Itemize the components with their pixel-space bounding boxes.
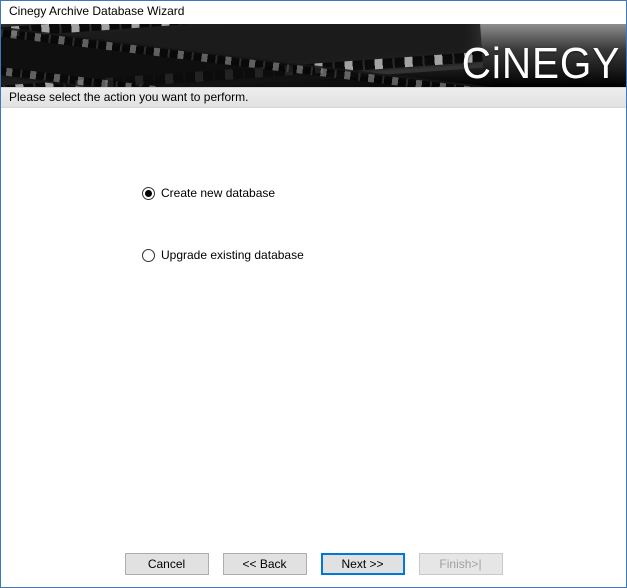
- back-button[interactable]: << Back: [223, 553, 307, 575]
- radio-label-create: Create new database: [161, 186, 275, 200]
- wizard-window: Cinegy Archive Database Wizard CiNEGY Pl…: [0, 0, 627, 588]
- radio-button-create[interactable]: [142, 187, 155, 200]
- radio-option-create[interactable]: Create new database: [142, 186, 304, 200]
- cancel-button[interactable]: Cancel: [125, 553, 209, 575]
- banner: CiNEGY: [1, 24, 626, 87]
- next-button[interactable]: Next >>: [321, 553, 405, 575]
- instruction-text: Please select the action you want to per…: [9, 90, 248, 104]
- window-title: Cinegy Archive Database Wizard: [9, 4, 184, 18]
- finish-button: Finish>|: [419, 553, 503, 575]
- radio-option-upgrade[interactable]: Upgrade existing database: [142, 248, 304, 262]
- brand-logo: CiNEGY: [462, 39, 620, 87]
- footer-button-bar: Cancel << Back Next >> Finish>|: [1, 547, 626, 587]
- instruction-bar: Please select the action you want to per…: [1, 87, 626, 108]
- action-radio-group: Create new database Upgrade existing dat…: [142, 186, 304, 310]
- radio-label-upgrade: Upgrade existing database: [161, 248, 304, 262]
- title-bar: Cinegy Archive Database Wizard: [1, 1, 626, 24]
- content-area: Create new database Upgrade existing dat…: [1, 108, 626, 547]
- radio-button-upgrade[interactable]: [142, 249, 155, 262]
